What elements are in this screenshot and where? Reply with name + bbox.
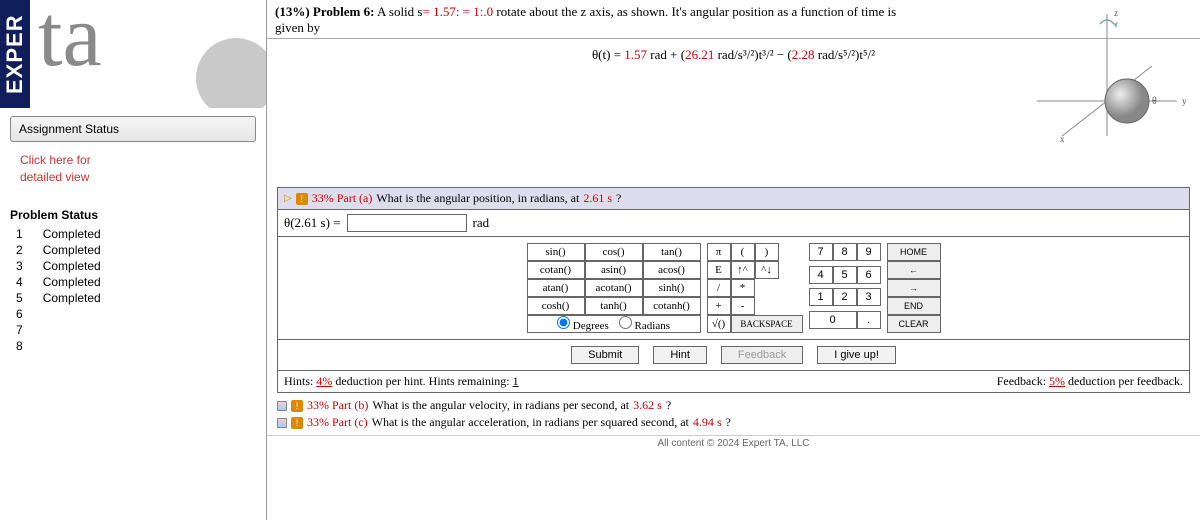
problem-row[interactable]: 6 (10, 306, 115, 322)
sym-button[interactable]: E (707, 261, 731, 279)
svg-text:x: x (1060, 134, 1065, 144)
expand-icon[interactable]: ▷ (284, 193, 292, 204)
num-0[interactable]: 0 (809, 311, 857, 329)
feedback-button: Feedback (721, 346, 803, 364)
num-9[interactable]: 9 (857, 243, 881, 261)
sym-button[interactable]: ) (755, 243, 779, 261)
part-icon (277, 401, 287, 411)
svg-text:θ: θ (1152, 96, 1157, 107)
part-a-panel: ▷ ! 33% Part (a) What is the angular pos… (277, 187, 1190, 393)
function-grid: sin()cos()tan() cotan()asin()acos() atan()… (527, 243, 701, 333)
hint-button[interactable]: Hint (653, 346, 707, 364)
submit-button[interactable]: Submit (571, 346, 639, 364)
command-column: HOME←→ENDCLEAR (887, 243, 941, 333)
func-acos[interactable]: acos() (643, 261, 701, 279)
problem-row[interactable]: 1Completed (10, 226, 115, 242)
main-content: (13%) Problem 6: A solid s= 1.57: = 1:.0… (267, 0, 1200, 520)
detailed-view-link[interactable]: Click here for detailed view (20, 152, 256, 186)
func-cosh[interactable]: cosh() (527, 297, 585, 315)
cmd-clear[interactable]: CLEAR (887, 315, 941, 333)
func-tan[interactable]: tan() (643, 243, 701, 261)
func-tanh[interactable]: tanh() (585, 297, 643, 315)
logo-expert: EXPER (0, 0, 30, 108)
sym-button[interactable]: - (731, 297, 755, 315)
num-5[interactable]: 5 (833, 266, 857, 284)
sym-button[interactable]: ^↓ (755, 261, 779, 279)
svg-text:y: y (1182, 96, 1187, 106)
assignment-status-header: Assignment Status (10, 116, 256, 142)
part-icon (277, 418, 287, 428)
problem-status-header: Problem Status (10, 206, 266, 224)
problem-row[interactable]: 8 (10, 338, 115, 354)
cmd-end[interactable]: END (887, 297, 941, 315)
func-sinh[interactable]: sinh() (643, 279, 701, 297)
giveup-button[interactable]: I give up! (817, 346, 896, 364)
sym-button[interactable]: ↑^ (731, 261, 755, 279)
part-a-header: ▷ ! 33% Part (a) What is the angular pos… (277, 187, 1190, 210)
other-parts: !33% Part (b)What is the angular velocit… (277, 397, 1190, 431)
answer-row: θ(2.61 s) = rad (277, 210, 1190, 237)
cmd-home[interactable]: HOME (887, 243, 941, 261)
func-cos[interactable]: cos() (585, 243, 643, 261)
action-buttons: Submit Hint Feedback I give up! (277, 340, 1190, 371)
degrees-radio[interactable]: Degrees (557, 316, 609, 332)
footer: All content © 2024 Expert TA, LLC (267, 435, 1200, 449)
warning-icon: ! (296, 193, 308, 205)
number-grid: 789 456 1230. (809, 243, 881, 333)
func-atan[interactable]: atan() (527, 279, 585, 297)
func-sin[interactable]: sin() (527, 243, 585, 261)
problem-status-panel: Problem Status 1Completed2Completed3Comp… (10, 206, 266, 354)
sqrt-button[interactable]: √() (707, 315, 731, 333)
symbol-grid: π() E↑^^↓ /*+-√()BACKSPACE (707, 243, 803, 333)
svg-text:z: z (1114, 8, 1118, 18)
sym-button[interactable]: π (707, 243, 731, 261)
num-6[interactable]: 6 (857, 266, 881, 284)
rotating-sphere-diagram: z y x θ (1022, 6, 1192, 146)
func-cotan[interactable]: cotan() (527, 261, 585, 279)
num-2[interactable]: 2 (833, 288, 857, 306)
problem-row[interactable]: 5Completed (10, 290, 115, 306)
answer-unit: rad (473, 215, 490, 231)
backspace-button[interactable]: BACKSPACE (731, 315, 803, 333)
radians-radio[interactable]: Radians (619, 316, 670, 332)
num-dot[interactable]: . (857, 311, 881, 329)
problem-row[interactable]: 7 (10, 322, 115, 338)
answer-input[interactable] (347, 214, 467, 232)
func-acotan[interactable]: acotan() (585, 279, 643, 297)
sym-button[interactable]: + (707, 297, 731, 315)
cmd-→[interactable]: → (887, 279, 941, 297)
num-3[interactable]: 3 (857, 288, 881, 306)
problem-row[interactable]: 2Completed (10, 242, 115, 258)
num-1[interactable]: 1 (809, 288, 833, 306)
sym-button[interactable]: / (707, 279, 731, 297)
sym-button[interactable]: * (731, 279, 755, 297)
warning-icon: ! (291, 400, 303, 412)
problem-row[interactable]: 3Completed (10, 258, 115, 274)
logo-ta: ta (30, 0, 266, 108)
num-7[interactable]: 7 (809, 243, 833, 261)
calculator: sin()cos()tan() cotan()asin()acos() atan()… (277, 237, 1190, 340)
problem-row[interactable]: 4Completed (10, 274, 115, 290)
problem-status-table: 1Completed2Completed3Completed4Completed… (10, 226, 115, 354)
num-8[interactable]: 8 (833, 243, 857, 261)
func-cotanh[interactable]: cotanh() (643, 297, 701, 315)
logo: EXPER ta (0, 0, 266, 108)
func-asin[interactable]: asin() (585, 261, 643, 279)
num-4[interactable]: 4 (809, 266, 833, 284)
warning-icon: ! (291, 417, 303, 429)
cmd-←[interactable]: ← (887, 261, 941, 279)
answer-lhs: θ(2.61 s) = (284, 215, 341, 231)
sidebar: EXPER ta Assignment Status Click here fo… (0, 0, 267, 520)
sym-button[interactable]: ( (731, 243, 755, 261)
hints-row: Hints: 4% deduction per hint. Hints rema… (277, 371, 1190, 393)
